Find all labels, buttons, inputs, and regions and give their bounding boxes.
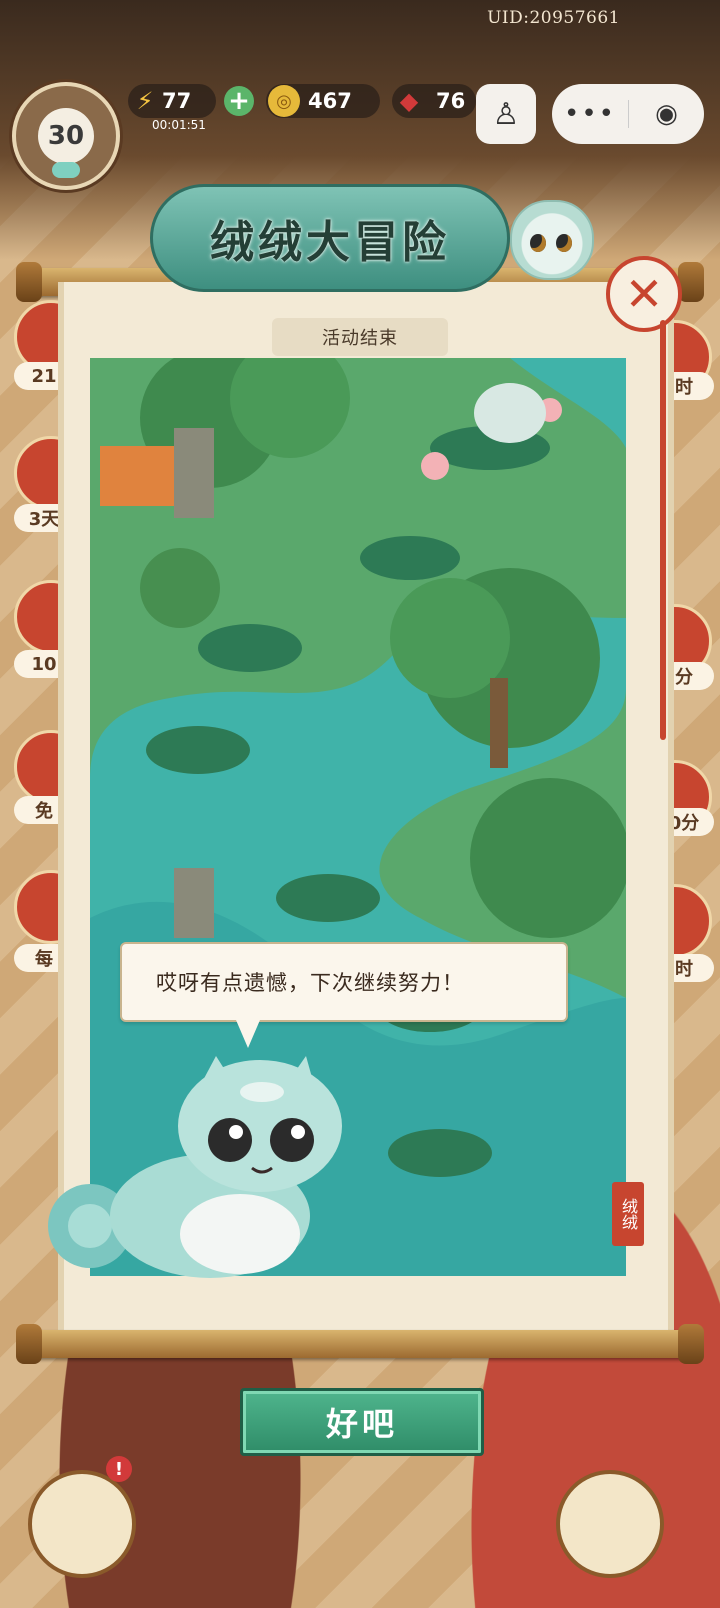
miniprogram-capsule: ••• ◉ bbox=[552, 84, 704, 144]
speech-bubble: 哎呀有点遗憾，下次继续努力！ bbox=[120, 942, 568, 1022]
close-icon[interactable]: ✕ bbox=[606, 256, 682, 332]
user-id: UID:20957661 bbox=[487, 8, 620, 28]
level-number: 30 bbox=[38, 108, 94, 164]
confirm-button[interactable]: 好吧 bbox=[240, 1388, 484, 1456]
gem-counter[interactable]: ◆ 76 bbox=[392, 84, 476, 118]
cat-eye bbox=[556, 234, 572, 252]
target-icon[interactable]: ◉ bbox=[629, 99, 704, 129]
energy-timer: 00:01:51 bbox=[152, 118, 206, 132]
gem-value: 76 bbox=[436, 89, 466, 113]
cat-eye bbox=[530, 234, 546, 252]
coin-icon: ◎ bbox=[268, 85, 300, 117]
level-gem-icon bbox=[52, 162, 80, 178]
coin-counter[interactable]: ◎ 467 bbox=[266, 84, 380, 118]
book-icon[interactable] bbox=[28, 1470, 136, 1578]
gem-icon: ◆ bbox=[399, 87, 419, 115]
result-message: 哎呀有点遗憾，下次继续努力！ bbox=[156, 971, 464, 995]
seal-stamp: 绒绒 bbox=[612, 1182, 644, 1246]
scroll-tassel bbox=[660, 320, 666, 740]
lightning-icon: ⚡ bbox=[136, 87, 154, 115]
cat-mascot-icon bbox=[48, 1056, 342, 1278]
dialog-title: 绒绒大冒险 bbox=[210, 217, 450, 268]
title-banner: 绒绒大冒险 bbox=[150, 184, 510, 292]
coin-value: 467 bbox=[308, 89, 352, 113]
status-tag: 活动结束 bbox=[272, 318, 448, 356]
level-badge[interactable]: 30 bbox=[12, 82, 120, 190]
speech-bubble-tail bbox=[236, 1020, 260, 1048]
scroll-rod-bottom bbox=[16, 1324, 704, 1364]
plus-icon[interactable]: + bbox=[224, 86, 254, 116]
energy-counter[interactable]: ⚡ 77 bbox=[128, 84, 216, 118]
notification-badge-icon: ! bbox=[106, 1456, 132, 1482]
more-icon[interactable]: ••• bbox=[552, 99, 628, 129]
cat-mascot-icon bbox=[510, 200, 594, 280]
joystick-icon[interactable]: ♙ bbox=[476, 84, 536, 144]
energy-value: 77 bbox=[162, 89, 192, 113]
teapot-icon[interactable] bbox=[556, 1470, 664, 1578]
